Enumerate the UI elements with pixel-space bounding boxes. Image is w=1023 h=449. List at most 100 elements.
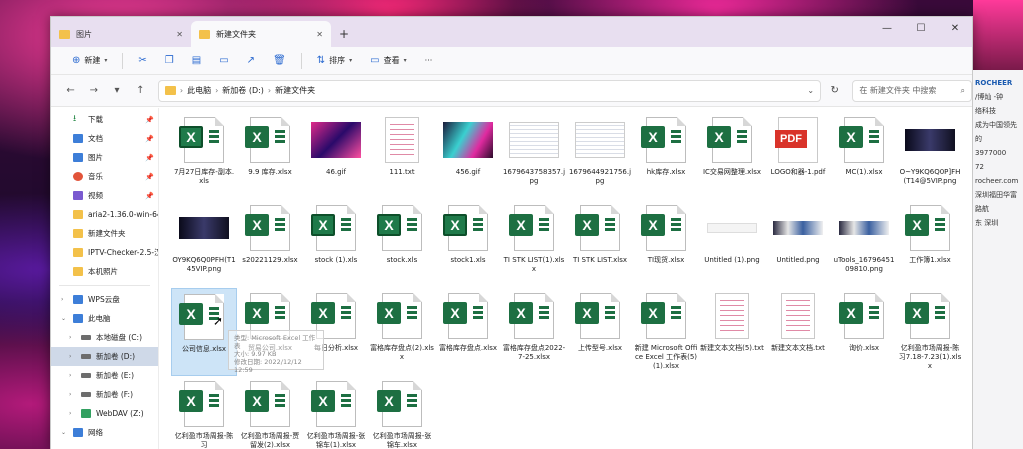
copy-button[interactable]: ❐	[158, 50, 181, 72]
file-item[interactable]: X TI STK LIST(1).xlsx	[501, 200, 567, 288]
file-item[interactable]: 新建文本文档(5).txt	[699, 288, 765, 376]
file-item[interactable]: Xstock (1).xls	[303, 200, 369, 288]
chevron-right-icon[interactable]: ›	[69, 391, 71, 398]
file-item[interactable]: X 新建 Microsoft Office Excel 工作表(5)(1).xls…	[633, 288, 699, 376]
file-item[interactable]: X 9.9 库存.xlsx	[237, 112, 303, 200]
chevron-down-icon[interactable]: ⌄	[61, 315, 66, 322]
file-item[interactable]: O~Y9KQ6Q0P]FH(T14@5VIP.png	[897, 112, 963, 200]
sidebar-item-new-folder[interactable]: 新建文件夹	[51, 224, 158, 243]
refresh-button[interactable]: ↻	[825, 81, 844, 101]
chevron-down-icon[interactable]: ⌄	[61, 429, 66, 436]
recent-locations-button[interactable]: ▾	[107, 81, 126, 101]
file-item[interactable]: X 工作簿1.xlsx	[897, 200, 963, 288]
new-button[interactable]: ⊕ 新建 ▾	[65, 50, 114, 72]
sidebar-item-label: 音乐	[88, 172, 103, 181]
crumb-this-pc[interactable]: 此电脑	[187, 85, 211, 96]
close-button[interactable]: ✕	[938, 17, 972, 39]
file-item[interactable]: Xs20221129.xlsx	[237, 200, 303, 288]
file-item[interactable]: 46.gif	[303, 112, 369, 200]
file-name: TI STK LIST(1).xlsx	[503, 256, 565, 273]
file-item[interactable]: X IC交易网整理.xlsx	[699, 112, 765, 200]
more-button[interactable]: ···	[418, 50, 440, 72]
chevron-right-icon[interactable]: ›	[69, 410, 71, 417]
file-item[interactable]: OY9KQ6Q0PFH(T145VIP.png	[171, 200, 237, 288]
file-item[interactable]: Xstock.xls	[369, 200, 435, 288]
sidebar-item-wps-cloud[interactable]: › WPS云盘	[51, 290, 158, 309]
file-item[interactable]: X 亿利盈市场周报-陈习7.18-7.23(1).xlsx	[897, 288, 963, 376]
sidebar-item-videos[interactable]: 视频 📌	[51, 186, 158, 205]
back-button[interactable]: ←	[61, 81, 80, 101]
sidebar-item-webdav[interactable]: › WebDAV (Z:)	[51, 404, 158, 423]
share-button[interactable]: ↗	[240, 50, 262, 72]
file-item[interactable]: Untitled (1).png	[699, 200, 765, 288]
tab-pictures[interactable]: 图片 ✕	[51, 21, 191, 47]
sidebar-item-downloads[interactable]: ⭳ 下载 📌	[51, 110, 158, 129]
file-item[interactable]: X TI现货.xlsx	[633, 200, 699, 288]
up-button[interactable]: ↑	[131, 81, 150, 101]
file-name: hk库存.xlsx	[646, 168, 686, 176]
tab-close-icon[interactable]: ✕	[176, 30, 183, 39]
file-item[interactable]: X 7月27日库存-副本.xls	[171, 112, 237, 200]
file-item[interactable]: uTools_1679645109810.png	[831, 200, 897, 288]
paste-button[interactable]: ▤	[185, 50, 208, 72]
tab-close-icon[interactable]: ✕	[316, 30, 323, 39]
crumb-new-folder[interactable]: 新建文件夹	[275, 85, 315, 96]
breadcrumb[interactable]: › 此电脑 › 新加卷 (D:) › 新建文件夹 ⌄	[157, 79, 822, 102]
file-item[interactable]: 1679643758357.jpg	[501, 112, 567, 200]
sidebar-item-local-photos[interactable]: 本机照片	[51, 262, 158, 281]
file-item[interactable]: X 询价.xlsx	[831, 288, 897, 376]
chevron-right-icon[interactable]: ›	[69, 372, 71, 379]
file-item[interactable]: 新建文本文档.txt	[765, 288, 831, 376]
new-tab-button[interactable]: +	[339, 27, 349, 41]
file-item[interactable]: X 上传型号.xlsx	[567, 288, 633, 376]
file-item[interactable]: Untitled.png	[765, 200, 831, 288]
file-item[interactable]: X 富格库存盘点.xlsx	[435, 288, 501, 376]
chevron-right-icon[interactable]: ›	[61, 296, 63, 303]
crumb-drive-d[interactable]: 新加卷 (D:)	[222, 85, 264, 96]
sidebar-item-drive-f[interactable]: › 新加卷 (F:)	[51, 385, 158, 404]
file-item[interactable]: X 亿利盈市场周报-张锦车(1).xlsx	[303, 376, 369, 449]
file-item[interactable]: X 亿利盈市场周报-贾留发(2).xlsx	[237, 376, 303, 449]
command-bar: ⊕ 新建 ▾ ✂ ❐ ▤ ▭ ↗ 🗑 ⇅ 排序 ▾ ▭ 查看 ▾ ···	[51, 47, 972, 75]
file-item[interactable]: X 富格库存盘点2022-7-25.xlsx	[501, 288, 567, 376]
sidebar-item-music[interactable]: 音乐 📌	[51, 167, 158, 186]
file-thumbnail	[509, 116, 559, 164]
file-name: 7月27日库存-副本.xls	[173, 168, 235, 185]
file-item[interactable]: 111.txt	[369, 112, 435, 200]
file-item[interactable]: Xstock1.xls	[435, 200, 501, 288]
tab-new-folder[interactable]: 新建文件夹 ✕	[191, 21, 331, 47]
sidebar-item-iptv-checker[interactable]: IPTV-Checker-2.5-汉	[51, 243, 158, 262]
file-item[interactable]: 456.gif	[435, 112, 501, 200]
minimize-button[interactable]: —	[870, 17, 904, 39]
search-input[interactable]: 在 新建文件夹 中搜索 ⌕	[852, 79, 973, 102]
file-item[interactable]: Xhk库存.xlsx	[633, 112, 699, 200]
rename-button[interactable]: ▭	[212, 50, 235, 72]
sidebar-item-network[interactable]: ⌄ 网络	[51, 423, 158, 442]
file-name: 亿利盈市场周报-陈习7.18-7.23(1).xlsx	[898, 344, 962, 370]
chevron-down-icon[interactable]: ⌄	[807, 86, 820, 95]
chevron-right-icon[interactable]: ›	[69, 353, 71, 360]
file-item[interactable]: X 亿利盈市场周报-张锦车.xlsx	[369, 376, 435, 449]
maximize-button[interactable]: ☐	[904, 17, 938, 39]
cut-button[interactable]: ✂	[131, 50, 153, 72]
file-item[interactable]: X MC(1).xlsx	[831, 112, 897, 200]
sidebar-item-drive-c[interactable]: › 本地磁盘 (C:)	[51, 328, 158, 347]
file-item[interactable]: 1679644921756.jpg	[567, 112, 633, 200]
file-thumbnail	[443, 116, 493, 164]
sidebar-item-this-pc[interactable]: ⌄ 此电脑	[51, 309, 158, 328]
file-item[interactable]: PDF LOGO和器-1.pdf	[765, 112, 831, 200]
sidebar-item-pictures[interactable]: 图片 📌	[51, 148, 158, 167]
file-item[interactable]: X TI STK LIST.xlsx	[567, 200, 633, 288]
chevron-right-icon[interactable]: ›	[69, 334, 71, 341]
forward-button[interactable]: →	[84, 81, 103, 101]
sidebar-item-drive-d[interactable]: › 新加卷 (D:)	[51, 347, 158, 366]
sort-button[interactable]: ⇅ 排序 ▾	[310, 50, 359, 72]
file-name: 富格库存盘点(2).xlsx	[370, 344, 434, 361]
sidebar-item-documents[interactable]: 文档 📌	[51, 129, 158, 148]
sidebar-item-aria2[interactable]: aria2-1.36.0-win-64b	[51, 205, 158, 224]
view-button[interactable]: ▭ 查看 ▾	[363, 50, 413, 72]
sidebar-item-drive-e[interactable]: › 新加卷 (E:)	[51, 366, 158, 385]
delete-button[interactable]: 🗑	[266, 50, 293, 72]
file-item[interactable]: X 富格库存盘点(2).xlsx	[369, 288, 435, 376]
file-item[interactable]: X 亿利盈市场周报-陈习	[171, 376, 237, 449]
